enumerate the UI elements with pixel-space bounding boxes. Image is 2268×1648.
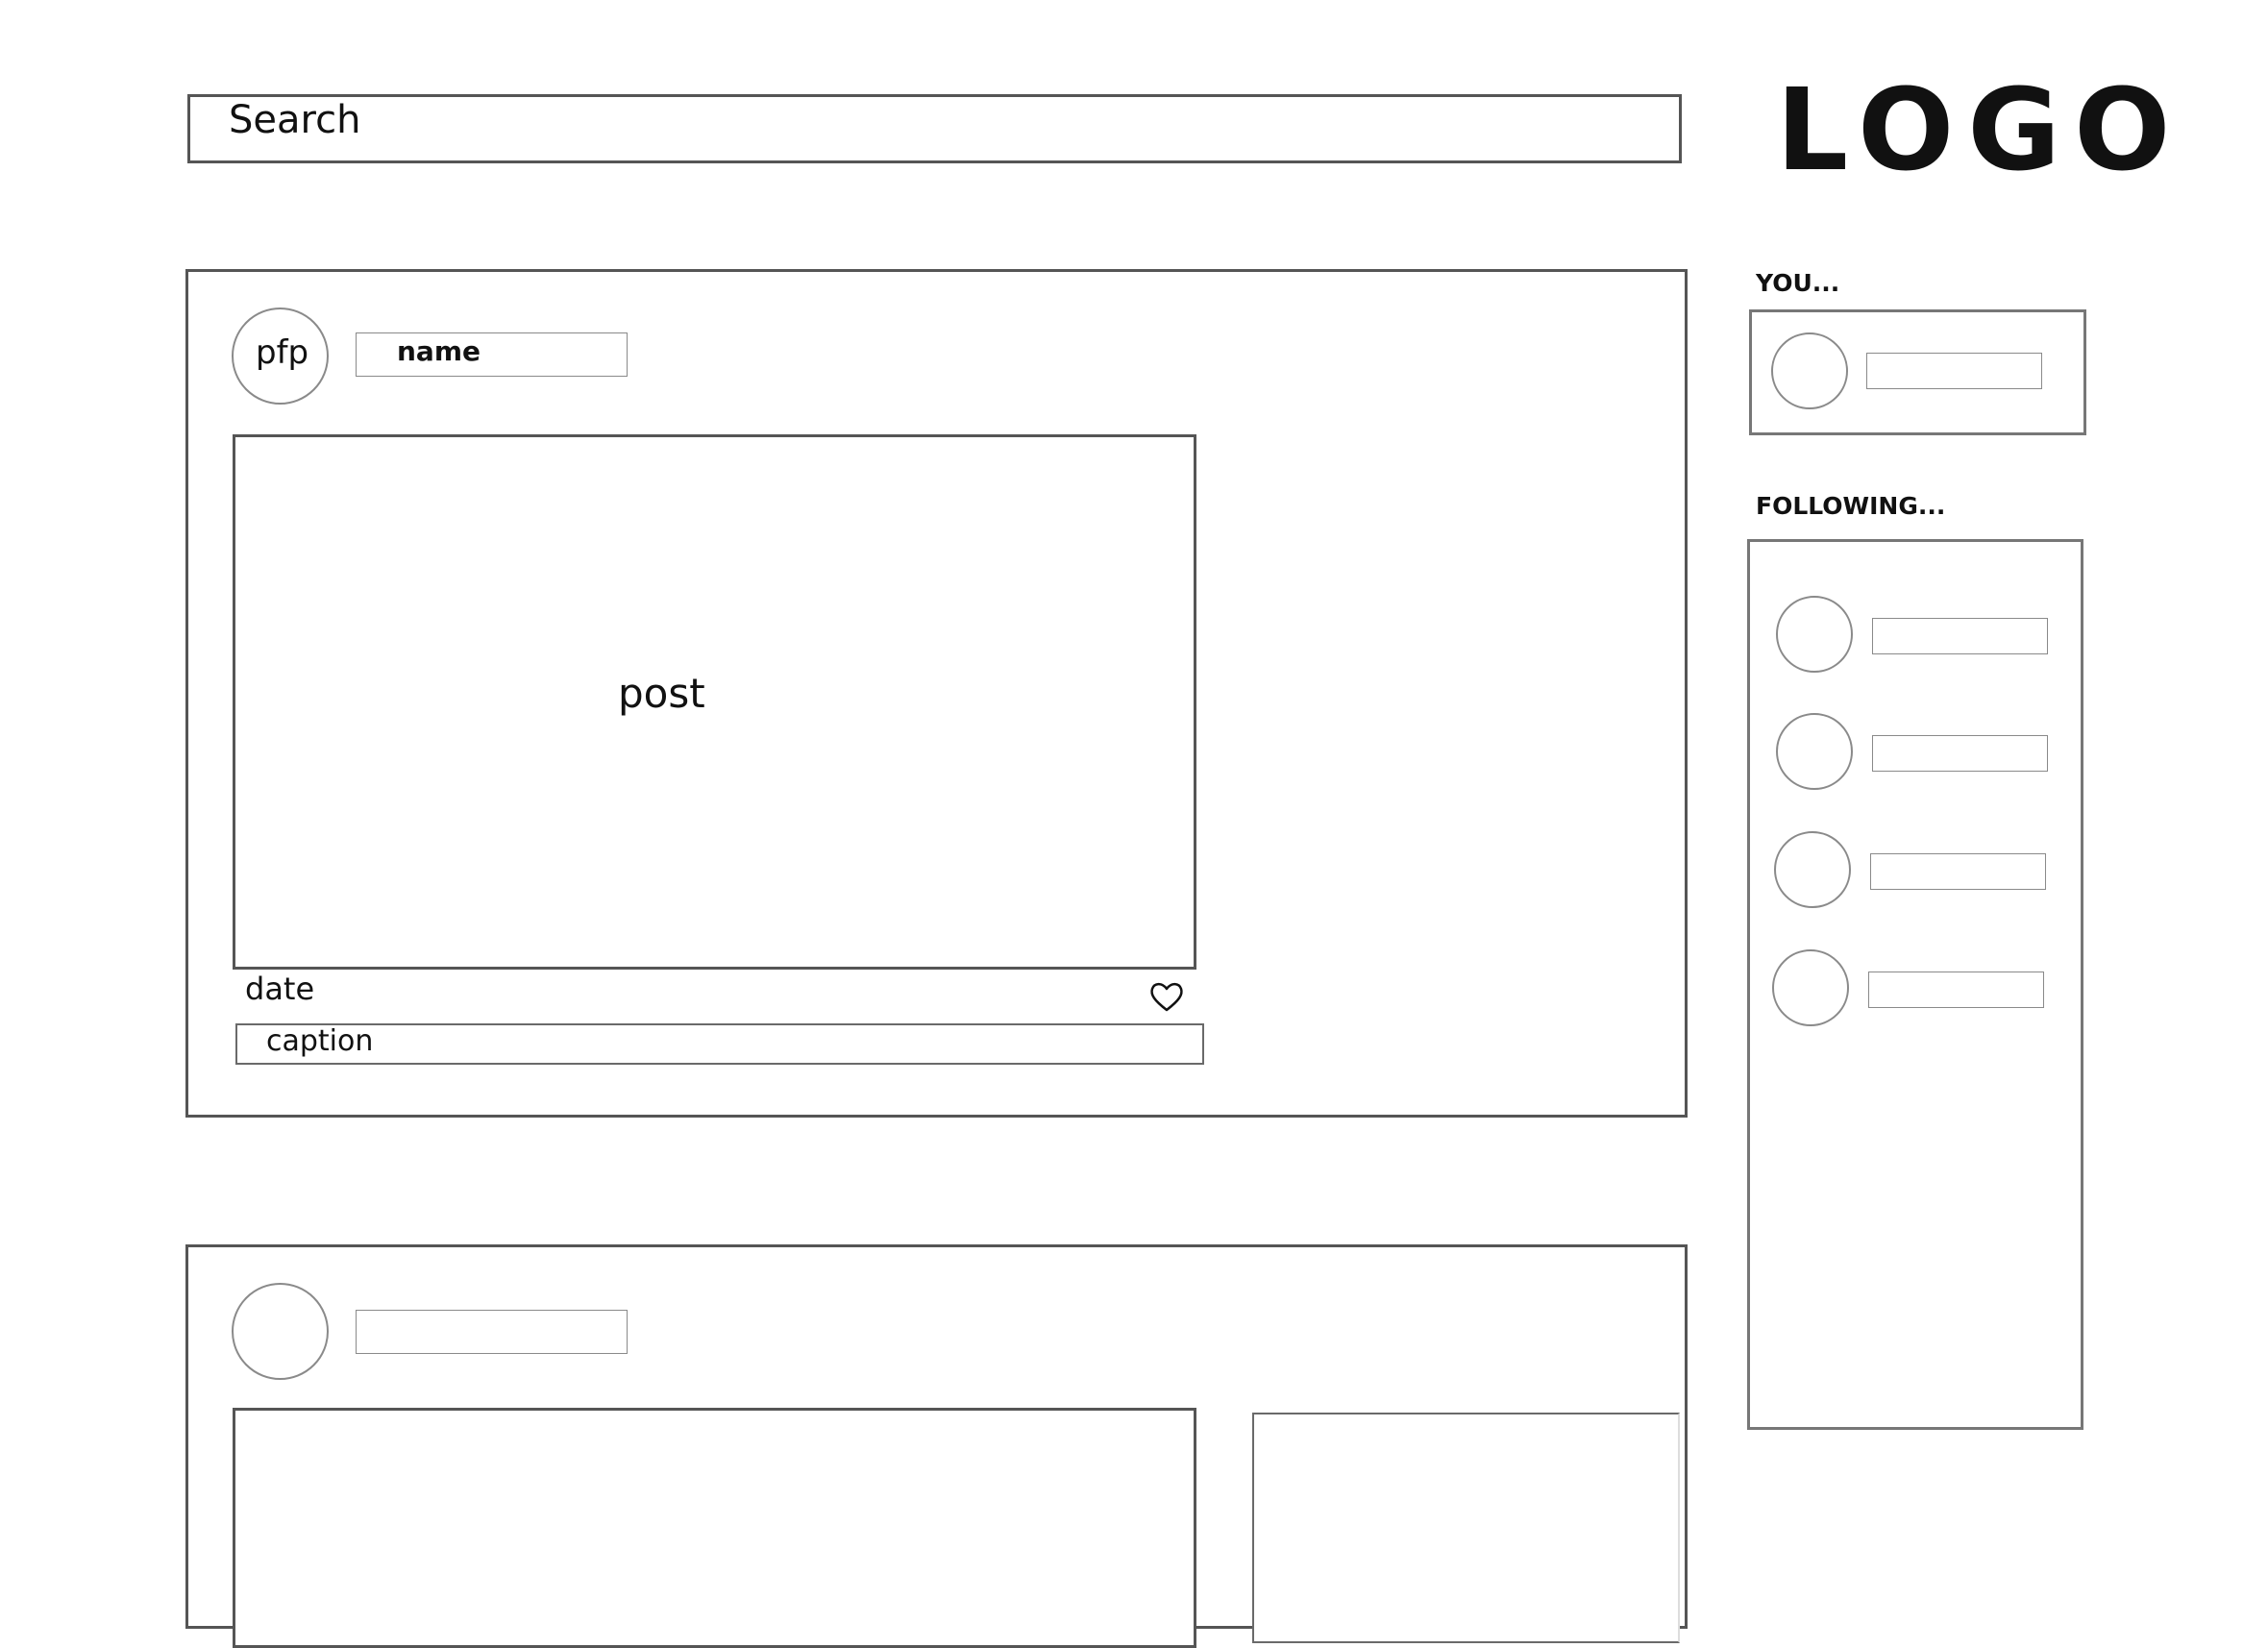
post-side-panel bbox=[1252, 1413, 1680, 1643]
logo: LOGO bbox=[1776, 63, 2184, 196]
following-name[interactable] bbox=[1870, 853, 2046, 890]
avatar[interactable] bbox=[1772, 949, 1849, 1026]
profile-picture[interactable] bbox=[232, 1283, 329, 1380]
you-heading: YOU... bbox=[1756, 269, 1840, 297]
profile-picture-label: pfp bbox=[256, 333, 309, 372]
following-name[interactable] bbox=[1872, 618, 2048, 654]
caption-field[interactable] bbox=[235, 1023, 1204, 1065]
following-name[interactable] bbox=[1868, 972, 2044, 1008]
heart-icon[interactable] bbox=[1148, 980, 1185, 1013]
avatar[interactable] bbox=[1771, 332, 1848, 409]
username-label: name bbox=[397, 335, 481, 367]
avatar[interactable] bbox=[1776, 596, 1853, 673]
following-heading: FOLLOWING... bbox=[1756, 492, 1946, 520]
username-field[interactable] bbox=[356, 1310, 628, 1354]
following-name[interactable] bbox=[1872, 735, 2048, 772]
post-image-label: post bbox=[618, 670, 705, 717]
username-field[interactable] bbox=[1866, 353, 2042, 389]
post-date: date bbox=[245, 971, 315, 1007]
search-input[interactable] bbox=[187, 94, 1682, 163]
post-image[interactable] bbox=[233, 434, 1196, 970]
avatar[interactable] bbox=[1774, 831, 1851, 908]
post-image[interactable] bbox=[233, 1408, 1196, 1648]
avatar[interactable] bbox=[1776, 713, 1853, 790]
caption-label: caption bbox=[266, 1024, 374, 1058]
search-placeholder: Search bbox=[229, 98, 361, 142]
